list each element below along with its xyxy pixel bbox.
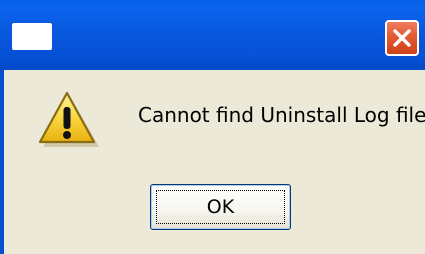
title-bar[interactable] [0, 0, 425, 70]
warning-icon [38, 91, 99, 147]
close-button[interactable] [385, 20, 419, 56]
ok-button-label: OK [206, 196, 235, 218]
message-dialog: Cannot find Uninstall Log file OK [0, 0, 425, 254]
dialog-message: Cannot find Uninstall Log file [138, 103, 425, 127]
ok-button[interactable]: OK [150, 184, 291, 230]
close-icon [393, 29, 411, 47]
window-left-border [0, 70, 4, 254]
window-icon [12, 23, 52, 50]
